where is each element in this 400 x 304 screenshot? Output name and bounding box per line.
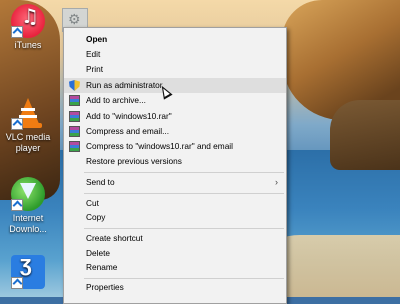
winrar-icon xyxy=(69,95,80,106)
winrar-icon xyxy=(69,126,80,137)
desktop-icon-vlc[interactable]: VLC media player xyxy=(0,96,56,154)
desktop-icon-label: iTunes xyxy=(14,40,42,50)
menu-item-label: Delete xyxy=(86,248,110,258)
winrar-icon xyxy=(69,111,80,122)
menu-item-label: Copy xyxy=(86,212,106,222)
desktop-icon-label: VLC media player xyxy=(5,132,51,153)
menu-item-label: Cut xyxy=(86,198,99,208)
menu-item-copy[interactable]: Copy xyxy=(64,210,286,225)
desktop-icon-app[interactable]: ʒ xyxy=(0,253,56,291)
desktop-icon-label: Internet Downlo... xyxy=(9,213,47,234)
menu-item-open[interactable]: Open xyxy=(64,32,286,47)
menu-item-label: Create shortcut xyxy=(86,233,143,243)
shield-icon xyxy=(69,80,80,91)
menu-separator xyxy=(84,193,284,194)
menu-item-delete[interactable]: Delete xyxy=(64,246,286,261)
menu-item-restore-previous-versions[interactable]: Restore previous versions xyxy=(64,154,286,169)
menu-item-add-to-rar[interactable]: Add to "windows10.rar" xyxy=(64,109,286,124)
menu-item-properties[interactable]: Properties xyxy=(64,280,286,295)
menu-item-compress-to-rar-and-email[interactable]: Compress to "windows10.rar" and email xyxy=(64,139,286,154)
menu-item-label: Edit xyxy=(86,49,101,59)
menu-item-label: Run as administrator xyxy=(86,80,163,90)
menu-item-add-to-archive[interactable]: Add to archive... xyxy=(64,93,286,108)
menu-separator xyxy=(84,278,284,279)
menu-item-rename[interactable]: Rename xyxy=(64,260,286,275)
desktop-icon-internet-download-manager[interactable]: Internet Downlo... xyxy=(0,177,56,235)
menu-separator xyxy=(84,172,284,173)
menu-item-label: Add to archive... xyxy=(86,95,146,105)
menu-item-label: Compress and email... xyxy=(86,126,170,136)
menu-item-print[interactable]: Print xyxy=(64,62,286,77)
chevron-right-icon: › xyxy=(275,177,278,187)
app-icon: ʒ xyxy=(11,253,45,289)
menu-item-create-shortcut[interactable]: Create shortcut xyxy=(64,231,286,246)
vlc-icon xyxy=(11,96,45,130)
menu-item-label: Compress to "windows10.rar" and email xyxy=(86,141,233,151)
menu-item-label: Rename xyxy=(86,262,118,272)
menu-separator xyxy=(84,228,284,229)
menu-item-label: Add to "windows10.rar" xyxy=(86,111,172,121)
winrar-icon xyxy=(69,141,80,152)
menu-item-edit[interactable]: Edit xyxy=(64,47,286,62)
menu-item-label: Send to xyxy=(86,177,115,187)
menu-item-cut[interactable]: Cut xyxy=(64,196,286,211)
menu-item-label: Properties xyxy=(86,282,124,292)
menu-item-compress-and-email[interactable]: Compress and email... xyxy=(64,124,286,139)
menu-item-label: Open xyxy=(86,34,108,44)
menu-item-label: Print xyxy=(86,64,104,74)
desktop-icon-itunes[interactable]: ♫ iTunes xyxy=(0,4,56,51)
context-menu: Open Edit Print Run as administrator Add… xyxy=(63,27,287,304)
itunes-icon: ♫ xyxy=(11,4,45,38)
menu-item-run-as-administrator[interactable]: Run as administrator xyxy=(64,78,286,93)
download-manager-icon xyxy=(11,177,45,211)
menu-item-send-to[interactable]: Send to › xyxy=(64,175,286,190)
menu-item-label: Restore previous versions xyxy=(86,156,182,166)
